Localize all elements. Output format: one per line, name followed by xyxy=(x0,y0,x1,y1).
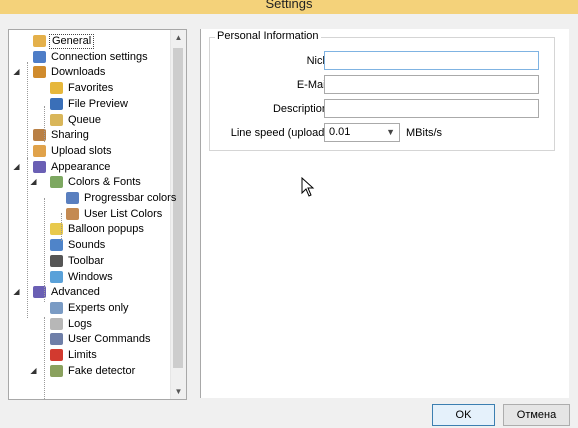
network-icon xyxy=(33,50,46,63)
tree-item-label: Downloads xyxy=(51,66,106,79)
tree-item-favorites[interactable]: Favorites xyxy=(9,80,169,96)
chevron-down-icon: ▼ xyxy=(386,127,395,137)
cancel-button[interactable]: Отмена xyxy=(503,404,570,426)
tree-item-connection-settings[interactable]: Connection settings xyxy=(9,49,169,65)
tree-connector-line xyxy=(27,62,28,158)
line-speed-value: 0.01 xyxy=(329,126,351,138)
tree-connector-line xyxy=(44,106,45,142)
tree-item-general[interactable]: General xyxy=(9,33,169,49)
tree-item-advanced[interactable]: ◢ Advanced xyxy=(9,284,169,300)
tree-item-label: Favorites xyxy=(68,82,114,95)
tree-item-label: Connection settings xyxy=(51,50,148,63)
email-field[interactable] xyxy=(324,75,539,94)
settings-content-panel: Personal Information Nick E-Mail Descrip… xyxy=(200,29,569,398)
tree-item-label: Sounds xyxy=(68,239,106,252)
tree-item-label: Balloon popups xyxy=(68,223,144,236)
tree-item-label: File Preview xyxy=(68,97,128,110)
tree-connector-line xyxy=(44,198,45,302)
upload-icon xyxy=(33,144,46,157)
tree-item-experts-only[interactable]: Experts only xyxy=(9,300,169,316)
tree-item-label: Experts only xyxy=(68,301,129,314)
expand-toggle-icon[interactable]: ◢ xyxy=(29,174,38,190)
commands-icon xyxy=(50,333,63,346)
limits-icon xyxy=(50,349,63,361)
tree-item-file-preview[interactable]: File Preview xyxy=(9,96,169,112)
expand-toggle-icon[interactable]: ◢ xyxy=(12,64,21,80)
tree-item-logs[interactable]: Logs xyxy=(9,316,169,332)
tree-item-label: Advanced xyxy=(51,286,100,299)
line-speed-label: Line speed (upload) xyxy=(230,127,328,139)
tree-item-user-list-colors[interactable]: User List Colors xyxy=(9,206,169,222)
general-icon xyxy=(33,35,46,47)
tree-item-label: Sharing xyxy=(51,129,89,142)
tree-item-label: Appearance xyxy=(51,160,111,173)
scroll-down-arrow-icon[interactable]: ▼ xyxy=(171,384,186,399)
tree-connector-line xyxy=(61,213,62,241)
colors-icon xyxy=(50,176,63,189)
tree-item-user-commands[interactable]: User Commands xyxy=(9,331,169,347)
settings-tree[interactable]: ▲ ▼ General Connection settings ◢ Downloads… xyxy=(8,29,187,400)
tree-item-label: General xyxy=(49,34,95,49)
tree-item-label: Limits xyxy=(68,349,97,361)
tree-item-label: Progressbar colors xyxy=(84,192,177,204)
experts-icon xyxy=(50,301,63,314)
queue-icon xyxy=(50,113,63,126)
progressbar-icon xyxy=(66,192,79,204)
tree-item-queue[interactable]: Queue xyxy=(9,112,169,128)
expand-toggle-icon[interactable]: ◢ xyxy=(12,159,21,175)
user-icon xyxy=(66,207,79,220)
appearance-icon xyxy=(33,160,46,173)
nick-field[interactable] xyxy=(324,51,539,70)
tree-item-label: Colors & Fonts xyxy=(68,176,141,189)
downloads-icon xyxy=(33,66,46,79)
tree-item-label: Queue xyxy=(68,113,102,126)
tree-item-sharing[interactable]: Sharing xyxy=(9,127,169,143)
line-speed-unit: MBits/s xyxy=(406,127,443,139)
tree-item-progressbar-colors[interactable]: Progressbar colors xyxy=(9,190,176,206)
tree-item-upload-slots[interactable]: Upload slots xyxy=(9,143,169,159)
ok-button[interactable]: OK xyxy=(432,404,495,426)
window-title: Settings xyxy=(265,0,313,11)
tree-item-colors-fonts[interactable]: ◢ Colors & Fonts xyxy=(9,174,169,190)
expand-toggle-icon[interactable]: ◢ xyxy=(29,363,38,379)
tree-item-appearance[interactable]: ◢ Appearance xyxy=(9,159,169,175)
title-bar: Settings xyxy=(0,0,578,14)
line-speed-select[interactable]: 0.01 ▼ xyxy=(324,123,400,142)
logs-icon xyxy=(50,317,63,330)
tree-item-label: Fake detector xyxy=(68,364,136,377)
personal-information-group: Personal Information Nick E-Mail Descrip… xyxy=(209,30,555,151)
windows-icon xyxy=(50,270,63,283)
tree-item-balloon-popups[interactable]: Balloon popups xyxy=(9,221,169,237)
tree-item-toolbar[interactable]: Toolbar xyxy=(9,253,169,269)
tree-item-fake-detector[interactable]: ◢ Fake detector xyxy=(9,363,169,379)
description-label: Description xyxy=(272,103,328,115)
dialog-body: ▲ ▼ General Connection settings ◢ Downloads… xyxy=(0,14,578,428)
tree-item-limits[interactable]: Limits xyxy=(9,347,169,363)
tree-item-label: User List Colors xyxy=(84,207,163,220)
tree-item-label: Upload slots xyxy=(51,144,112,157)
scroll-thumb[interactable] xyxy=(173,48,183,368)
tree-item-label: Toolbar xyxy=(68,254,105,267)
toolbar-icon xyxy=(50,254,63,267)
tree-item-sounds[interactable]: Sounds xyxy=(9,237,169,253)
group-title: Personal Information xyxy=(215,30,321,42)
tree-connector-line xyxy=(44,317,45,399)
favorites-icon xyxy=(50,82,63,95)
description-field[interactable] xyxy=(324,99,539,118)
expand-toggle-icon[interactable]: ◢ xyxy=(12,284,21,300)
preview-icon xyxy=(50,97,63,110)
tree-scrollbar[interactable]: ▲ ▼ xyxy=(170,30,186,399)
tree-connector-line xyxy=(27,158,28,318)
tree-item-label: User Commands xyxy=(68,333,151,346)
scroll-up-arrow-icon[interactable]: ▲ xyxy=(171,30,186,45)
tree-item-downloads[interactable]: ◢ Downloads xyxy=(9,64,169,80)
tree-item-label: Windows xyxy=(68,270,113,283)
mouse-pointer-icon xyxy=(301,177,315,197)
tree-item-windows[interactable]: Windows xyxy=(9,269,169,285)
tree-item-label: Logs xyxy=(68,317,92,330)
fake-detector-icon xyxy=(50,364,63,377)
